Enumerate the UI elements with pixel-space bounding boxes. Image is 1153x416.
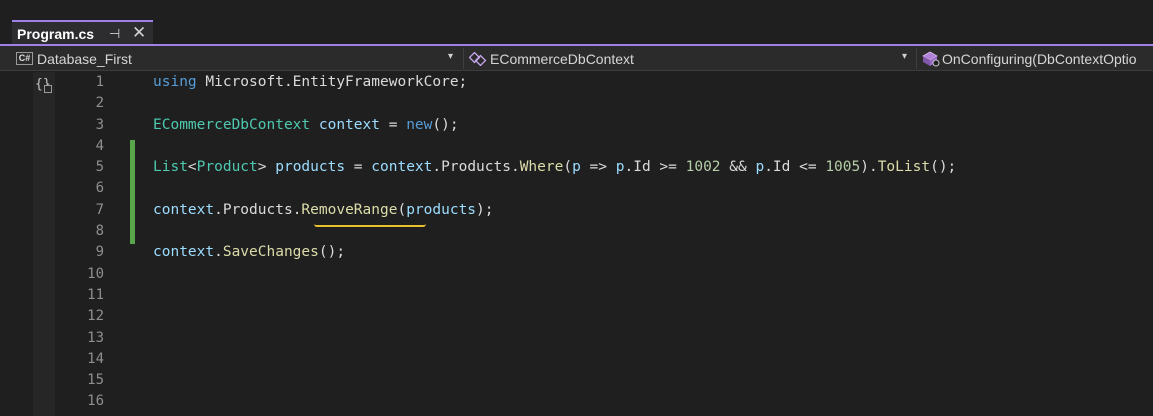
code-editor[interactable]: {} 1 2 3 4 5 6 7 8 9 10 11 12 13 14 15 1…: [0, 72, 1153, 416]
chevron-down-icon[interactable]: ▾: [448, 51, 453, 62]
line-number: 11: [87, 286, 104, 303]
member-dropdown[interactable]: OnConfiguring(DbContextOptio: [922, 46, 1137, 71]
chevron-down-icon[interactable]: ▾: [902, 51, 907, 62]
change-indicator-bar: [130, 140, 135, 244]
method-icon: [922, 51, 940, 66]
line-number: 6: [95, 180, 104, 197]
tab-program-cs[interactable]: Program.cs ⊣ ✕: [12, 20, 153, 46]
glyph-margin: [33, 72, 55, 416]
line-number: 7: [95, 201, 104, 218]
navigation-bar: C# Database_First ▾ ECommerceDbContext ▾…: [0, 46, 1153, 71]
line-number: 10: [87, 265, 104, 282]
line-number: 14: [87, 350, 104, 367]
line-number: 12: [87, 308, 104, 325]
collapse-icon[interactable]: [44, 85, 52, 93]
class-dropdown[interactable]: ECommerceDbContext: [469, 46, 634, 71]
tab-title: Program.cs: [17, 26, 95, 42]
code-line-5: List<Product> products = context.Product…: [153, 159, 957, 176]
line-number: 15: [87, 372, 104, 389]
project-dropdown[interactable]: C# Database_First: [16, 46, 132, 71]
line-number: 5: [95, 159, 104, 176]
class-icon: [469, 51, 487, 66]
code-line-7: context.Products.RemoveRange(products);: [153, 201, 494, 218]
pin-icon[interactable]: ⊣: [109, 26, 120, 42]
member-label: OnConfiguring(DbContextOptio: [942, 50, 1137, 67]
line-number: 9: [95, 244, 104, 261]
line-number: 1: [95, 74, 104, 90]
line-number: 4: [95, 137, 104, 154]
line-numbers: 1 2 3 4 5 6 7 8 9 10 11 12 13 14 15 16: [56, 72, 104, 413]
suggestion-squiggle[interactable]: [314, 224, 426, 227]
code-area[interactable]: using Microsoft.EntityFrameworkCore; ECo…: [153, 72, 956, 264]
project-label: Database_First: [37, 50, 132, 67]
nav-divider: [916, 48, 917, 69]
code-line-3: ECommerceDbContext context = new();: [153, 116, 459, 133]
tab-strip: Program.cs ⊣ ✕: [0, 0, 1153, 46]
csharp-project-icon: C#: [16, 52, 33, 65]
line-number: 2: [95, 95, 104, 112]
code-line-9: context.SaveChanges();: [153, 244, 346, 261]
line-number: 16: [87, 393, 104, 410]
line-number: 3: [95, 116, 104, 133]
nav-divider: [463, 48, 464, 69]
code-line-1: using Microsoft.EntityFrameworkCore;: [153, 74, 468, 90]
line-number: 8: [95, 223, 104, 240]
line-number: 13: [87, 329, 104, 346]
close-icon[interactable]: ✕: [132, 23, 146, 43]
class-label: ECommerceDbContext: [490, 50, 634, 67]
